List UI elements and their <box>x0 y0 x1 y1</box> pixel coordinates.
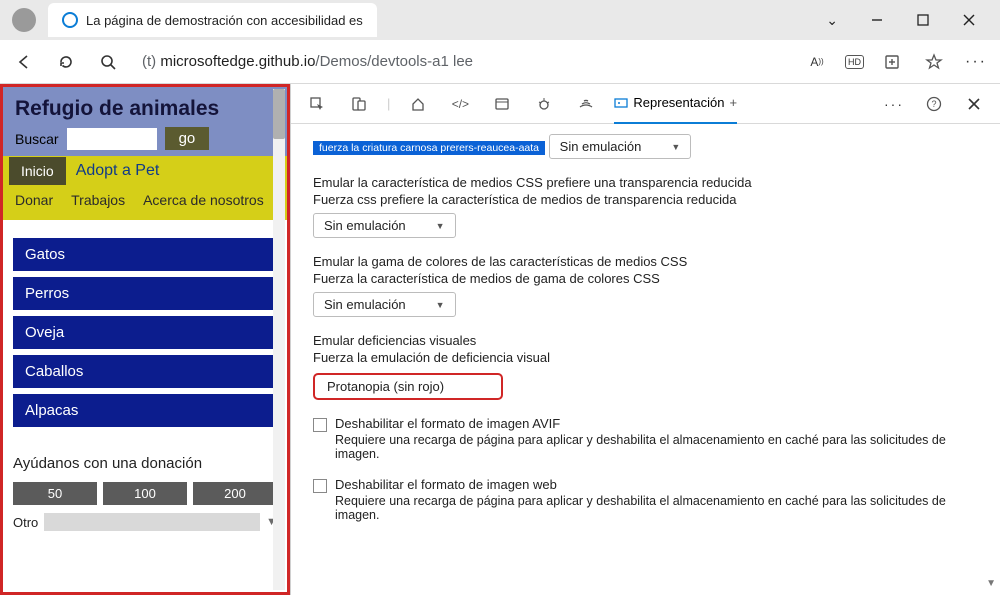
elements-icon[interactable]: </> <box>446 90 474 118</box>
emulation-select[interactable]: Sin emulación <box>313 213 456 238</box>
nav-trabajos[interactable]: Trabajos <box>71 192 125 208</box>
section-subtitle: Fuerza la emulación de deficiencia visua… <box>313 350 984 365</box>
search-icon[interactable] <box>94 48 122 76</box>
section-subtitle: Fuerza css prefiere la característica de… <box>313 192 984 207</box>
page-scrollbar[interactable] <box>273 89 285 590</box>
bug-icon[interactable] <box>530 90 558 118</box>
nav-donar[interactable]: Donar <box>15 192 53 208</box>
category-item[interactable]: Alpacas <box>13 394 277 427</box>
vision-deficiency-select[interactable]: Protanopia (sin rojo) <box>313 373 503 400</box>
url-prefix: (t) <box>142 53 160 70</box>
devtools-panel: | </> Representación + ··· ? fuerza la c… <box>290 84 1000 595</box>
browser-tab[interactable]: La página de demostración con accesibili… <box>48 3 377 37</box>
favorite-icon[interactable] <box>920 48 948 76</box>
more-tools-icon[interactable]: ··· <box>880 90 908 118</box>
devtools-toolbar: | </> Representación + ··· ? <box>291 84 1000 124</box>
chevron-down-icon[interactable]: ⌄ <box>826 12 838 29</box>
category-item[interactable]: Oveja <box>13 316 277 349</box>
checkbox-webp[interactable] <box>313 479 327 493</box>
checkbox-avif[interactable] <box>313 418 327 432</box>
url-path: /Demos/devtools-a1 lee <box>315 53 473 70</box>
network-icon[interactable] <box>572 90 600 118</box>
more-icon[interactable]: ··· <box>962 48 990 76</box>
category-item[interactable]: Perros <box>13 277 277 310</box>
donation-section: Ayúdanos con una donación 50 100 200 Otr… <box>3 443 287 543</box>
console-icon[interactable] <box>488 90 516 118</box>
device-icon[interactable] <box>345 90 373 118</box>
category-item[interactable]: Caballos <box>13 355 277 388</box>
donation-amount[interactable]: 50 <box>13 482 97 505</box>
donation-other-label: Otro <box>13 515 38 530</box>
checkbox-description: Requiere una recarga de página para apli… <box>335 433 984 461</box>
checkbox-label: Deshabilitar el formato de imagen web <box>335 477 984 492</box>
close-button[interactable] <box>962 13 976 27</box>
nav-inicio[interactable]: Inicio <box>9 157 66 185</box>
url-field[interactable]: (t) microsoftedge.github.io/Demos/devtoo… <box>136 53 789 70</box>
devtools-body: fuerza la criatura carnosa prerers-reauc… <box>291 124 1000 595</box>
maximize-button[interactable] <box>916 13 930 27</box>
help-icon[interactable]: ? <box>920 90 948 118</box>
donation-amount[interactable]: 200 <box>193 482 277 505</box>
profile-avatar[interactable] <box>12 8 36 32</box>
go-button[interactable]: go <box>165 127 210 150</box>
scroll-indicator-icon[interactable]: ▼ <box>986 578 996 589</box>
highlighted-text: fuerza la criatura carnosa prerers-reauc… <box>313 141 545 155</box>
read-aloud-icon[interactable]: A)) <box>803 48 831 76</box>
nav-adopt[interactable]: Adopt a Pet <box>66 156 170 186</box>
search-input[interactable] <box>67 128 157 150</box>
nav-acerca[interactable]: Acerca de nosotros <box>143 192 264 208</box>
page-header: Refugio de animales Buscar go <box>3 87 287 156</box>
inspect-icon[interactable] <box>303 90 331 118</box>
window-titlebar: La página de demostración con accesibili… <box>0 0 1000 40</box>
close-devtools-button[interactable] <box>960 90 988 118</box>
emulation-select[interactable]: Sin emulación <box>549 134 692 159</box>
section-subtitle: Fuerza la característica de medios de ga… <box>313 271 984 286</box>
section-title: Emular la característica de medios CSS p… <box>313 175 984 190</box>
edge-favicon-icon <box>62 12 78 28</box>
donation-title: Ayúdanos con una donación <box>13 455 277 472</box>
refresh-button[interactable] <box>52 48 80 76</box>
tab-label: Representación <box>633 95 724 110</box>
page-title: Refugio de animales <box>15 97 275 121</box>
category-list: Gatos Perros Oveja Caballos Alpacas <box>3 220 287 443</box>
section-title: Emular deficiencias visuales <box>313 333 984 348</box>
collections-icon[interactable] <box>878 48 906 76</box>
hd-icon[interactable]: HD <box>845 55 864 69</box>
page-preview: Refugio de animales Buscar go Inicio Ado… <box>0 84 290 595</box>
search-label: Buscar <box>15 131 59 147</box>
address-bar: (t) microsoftedge.github.io/Demos/devtoo… <box>0 40 1000 84</box>
rendering-icon <box>614 96 628 110</box>
tab-title: La página de demostración con accesibili… <box>86 13 363 28</box>
home-icon[interactable] <box>404 90 432 118</box>
emulation-select[interactable]: Sin emulación <box>313 292 456 317</box>
svg-text:?: ? <box>931 99 936 109</box>
tab-rendering[interactable]: Representación + <box>614 84 737 124</box>
donation-amount[interactable]: 100 <box>103 482 187 505</box>
checkbox-label: Deshabilitar el formato de imagen AVIF <box>335 416 984 431</box>
page-nav: Inicio Adopt a Pet Donar Trabajos Acerca… <box>3 156 287 220</box>
donation-other-input[interactable] <box>44 513 260 531</box>
url-host: microsoftedge.github.io <box>160 53 315 70</box>
plus-icon[interactable]: + <box>729 95 737 110</box>
category-item[interactable]: Gatos <box>13 238 277 271</box>
minimize-button[interactable] <box>870 13 884 27</box>
section-title: Emular la gama de colores de las caracte… <box>313 254 984 269</box>
checkbox-description: Requiere una recarga de página para apli… <box>335 494 984 522</box>
back-button[interactable] <box>10 48 38 76</box>
